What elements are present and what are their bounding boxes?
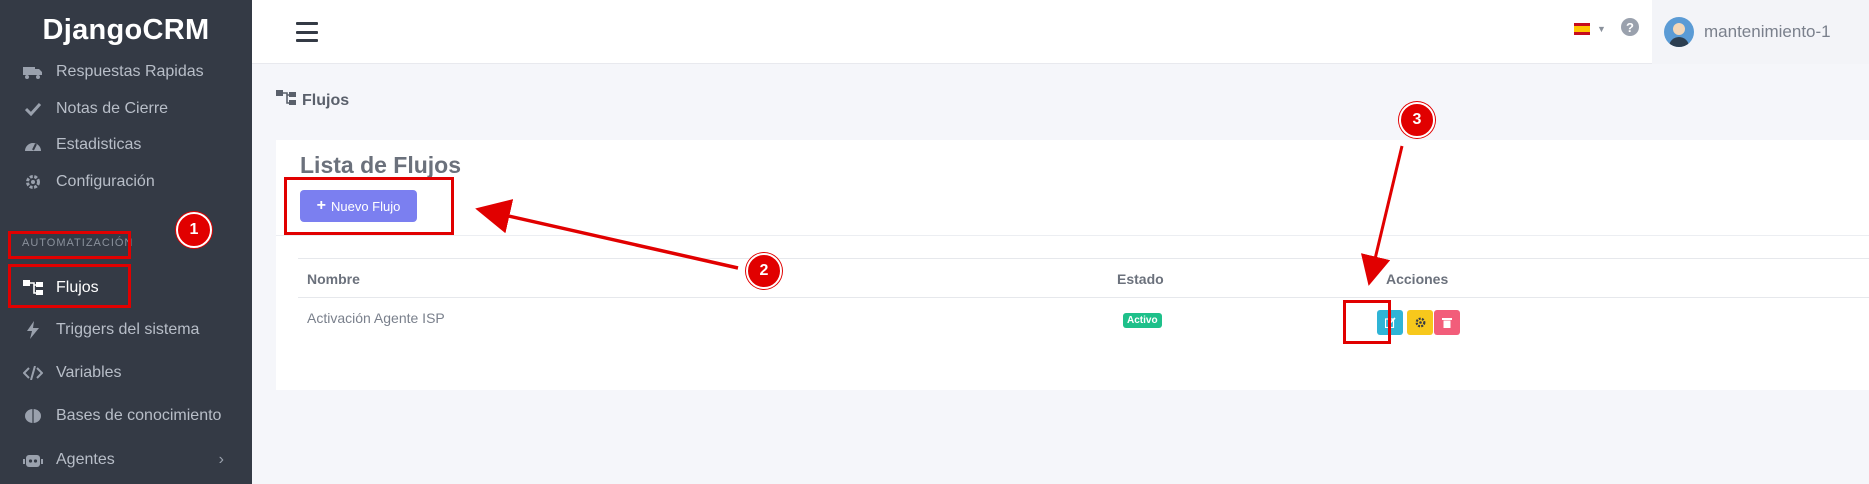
- user-menu[interactable]: mantenimiento-1: [1652, 0, 1869, 64]
- column-header-nombre: Nombre: [307, 271, 360, 287]
- sidebar-item-respuestas-rapidas[interactable]: Respuestas Rapidas: [0, 52, 252, 92]
- sidebar-item-configuracion[interactable]: Configuración: [0, 162, 252, 202]
- flow-name: Activación Agente ISP: [307, 310, 445, 326]
- column-header-estado: Estado: [1117, 271, 1164, 287]
- sidebar-item-triggers[interactable]: Triggers del sistema: [0, 310, 252, 350]
- sidebar-item-label: Triggers del sistema: [56, 321, 200, 338]
- sidebar-item-notas-de-cierre[interactable]: Notas de Cierre: [0, 89, 252, 129]
- delete-button[interactable]: [1434, 310, 1460, 335]
- avatar: [1664, 17, 1694, 47]
- sidebar-item-label: Configuración: [56, 173, 155, 190]
- flujos-card: Lista de Flujos + Nuevo Flujo Nombre Est…: [276, 140, 1869, 390]
- sidebar-item-agentes[interactable]: Agentes ›: [0, 440, 252, 480]
- language-flag-icon[interactable]: [1574, 23, 1590, 35]
- sidebar-item-variables[interactable]: Variables: [0, 353, 252, 393]
- annotation-marker-2: 2: [746, 253, 782, 289]
- user-name: mantenimiento-1: [1704, 22, 1831, 41]
- sidebar-item-bases-de-conocimiento[interactable]: Bases de conocimiento: [0, 396, 252, 436]
- annotation-marker-1: 1: [176, 212, 212, 248]
- chevron-down-icon[interactable]: ▼: [1597, 24, 1606, 34]
- breadcrumb: Flujos: [276, 90, 349, 111]
- annotation-box-flujos: [8, 264, 131, 308]
- brand-logo[interactable]: DjangoCRM: [0, 0, 252, 60]
- brain-icon: [22, 406, 44, 426]
- code-icon: [22, 363, 44, 383]
- sidebar-item-label: Notas de Cierre: [56, 100, 169, 117]
- gear-icon: [1415, 317, 1425, 328]
- check-icon: [22, 99, 44, 119]
- trash-icon: [1442, 318, 1452, 328]
- annotation-marker-3: 3: [1399, 102, 1435, 138]
- sidebar-item-label: Respuestas Rapidas: [56, 63, 204, 80]
- annotation-box-new-flow: [284, 177, 454, 235]
- divider: [276, 235, 1869, 236]
- table-row: Activación Agente ISP Activo: [298, 300, 1869, 342]
- menu-toggle-icon[interactable]: [296, 22, 318, 42]
- page-title: Lista de Flujos: [300, 152, 462, 178]
- sidebar-item-label: Bases de conocimiento: [56, 407, 222, 424]
- annotation-box-edit: [1343, 300, 1391, 344]
- sidebar-item-label: Variables: [56, 364, 122, 381]
- truck-icon: [22, 62, 44, 82]
- sidebar-item-estadisticas[interactable]: Estadisticas: [0, 125, 252, 165]
- sidebar-item-label: Agentes: [56, 451, 115, 468]
- breadcrumb-label: Flujos: [302, 91, 350, 109]
- topbar: ▼ ? mantenimiento-1: [252, 0, 1869, 64]
- bolt-icon: [22, 320, 44, 340]
- column-header-acciones: Acciones: [1386, 271, 1449, 287]
- gear-icon: [22, 172, 44, 192]
- gauge-icon: [22, 135, 44, 155]
- settings-button[interactable]: [1407, 310, 1433, 335]
- sidebar-item-label: Estadisticas: [56, 136, 142, 153]
- sitemap-icon: [276, 90, 296, 111]
- robot-icon: [22, 450, 44, 470]
- status-badge: Activo: [1123, 313, 1162, 328]
- table-header: Nombre Estado Acciones: [298, 258, 1869, 298]
- annotation-box-section-header: [8, 231, 131, 259]
- chevron-right-icon: ›: [218, 451, 224, 468]
- help-icon[interactable]: ?: [1621, 18, 1639, 36]
